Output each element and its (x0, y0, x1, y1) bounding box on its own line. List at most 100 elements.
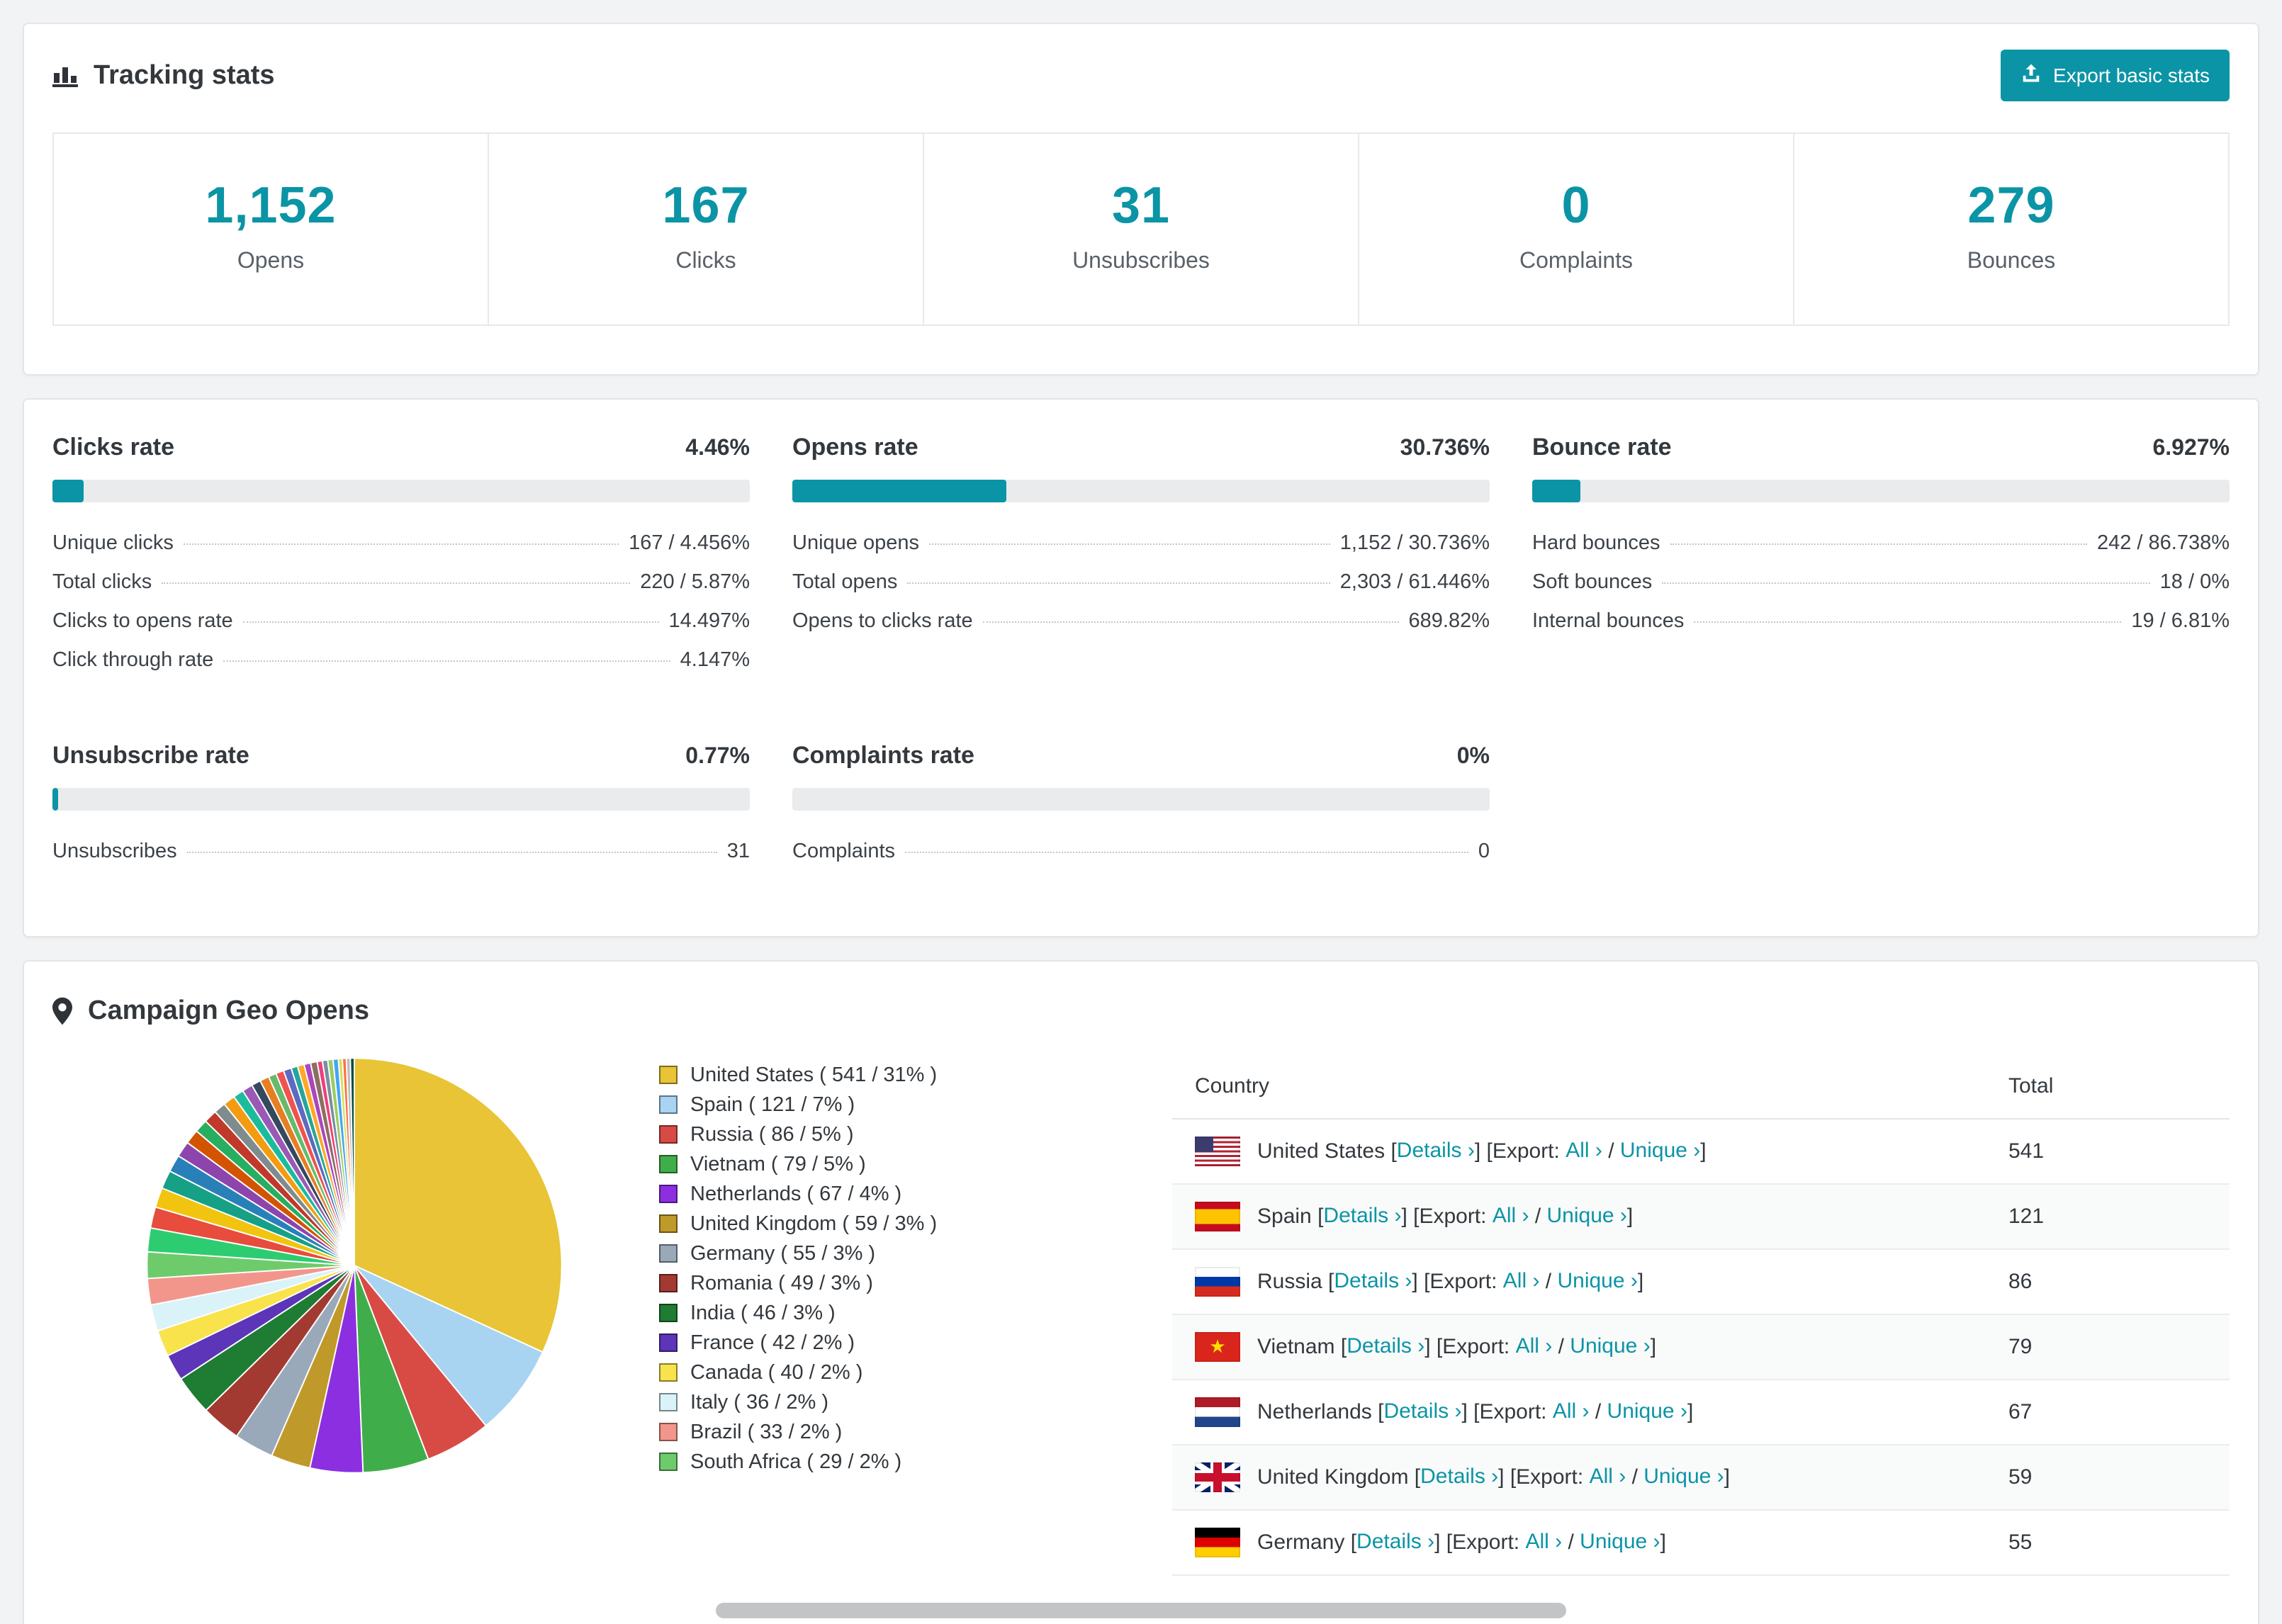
details-link[interactable]: Details › (1347, 1334, 1424, 1358)
rate-percentage: 6.927% (2152, 434, 2230, 460)
bracket: ] [Export: (1424, 1335, 1516, 1358)
country-cell: Netherlands [Details ›] [Export: All › /… (1172, 1380, 1986, 1445)
legend-swatch (659, 1274, 678, 1292)
rate-row-value: 2,303 / 61.446% (1339, 570, 1490, 593)
country-name: Vietnam (1257, 1335, 1335, 1358)
flag-united-kingdom-icon (1195, 1462, 1240, 1492)
rate-block-clicks-rate: Clicks rate 4.46% Unique clicks 167 / 4.456… (52, 434, 750, 680)
legend-label: Brazil ( 33 / 2% ) (690, 1421, 843, 1443)
rates-grid: Clicks rate 4.46% Unique clicks 167 / 4.456… (52, 434, 2230, 871)
export-all-link[interactable]: All › (1493, 1204, 1529, 1227)
progress-bar (792, 788, 1490, 811)
details-link[interactable]: Details › (1323, 1204, 1401, 1227)
total-value: 121 (1986, 1184, 2230, 1250)
dotted-leader (186, 852, 717, 853)
rate-row-label: Unsubscribes (52, 840, 177, 862)
total-value: 79 (1986, 1314, 2230, 1380)
legend-item-spain: Spain ( 121 / 7% ) (659, 1090, 1013, 1120)
details-link[interactable]: Details › (1397, 1139, 1475, 1162)
export-unique-link[interactable]: Unique › (1570, 1334, 1650, 1358)
bracket: [ (1385, 1139, 1397, 1163)
legend-label: Germany ( 55 / 3% ) (690, 1242, 876, 1265)
total-value: 67 (1986, 1380, 2230, 1445)
bracket: [ (1322, 1270, 1334, 1293)
progress-bar (52, 788, 750, 811)
export-unique-link[interactable]: Unique › (1547, 1204, 1627, 1227)
export-all-link[interactable]: All › (1553, 1399, 1590, 1423)
geo-pie-chart (137, 1049, 571, 1482)
rate-row-label: Total opens (792, 570, 898, 593)
stat-label: Clicks (675, 247, 736, 273)
tracking-stats-header: Tracking stats Export basic stats (52, 50, 2230, 101)
progress-bar (1532, 480, 2230, 502)
country-name: United States (1257, 1139, 1386, 1163)
bracket: [ (1408, 1465, 1421, 1489)
total-value: 59 (1986, 1445, 2230, 1511)
table-row-vietnam: Vietnam [Details ›] [Export: All › / Uni… (1172, 1314, 2230, 1380)
export-all-link[interactable]: All › (1590, 1465, 1626, 1488)
total-column-header: Total (1986, 1054, 2230, 1120)
rate-row-label: Opens to clicks rate (792, 609, 973, 632)
rate-row-value: 0 (1478, 840, 1490, 862)
rate-block-complaints-rate: Complaints rate 0% Complaints 0 (792, 742, 1490, 871)
legend-item-united-kingdom: United Kingdom ( 59 / 3% ) (659, 1209, 1013, 1239)
rate-row-value: 220 / 5.87% (640, 570, 750, 593)
legend-swatch (659, 1453, 678, 1471)
details-link[interactable]: Details › (1334, 1269, 1412, 1292)
rate-row-total-clicks: Total clicks 220 / 5.87% (52, 563, 750, 602)
progress-bar-fill (1532, 480, 1581, 502)
horizontal-scrollbar-thumb[interactable] (716, 1603, 1566, 1618)
export-all-link[interactable]: All › (1525, 1530, 1562, 1553)
country-cell: United States [Details ›] [Export: All ›… (1172, 1119, 1986, 1185)
country-name: United Kingdom (1257, 1465, 1409, 1489)
stat-value: 167 (662, 177, 750, 234)
dotted-leader (1694, 621, 2122, 623)
tracking-stats-title-text: Tracking stats (94, 60, 275, 90)
export-unique-link[interactable]: Unique › (1620, 1139, 1700, 1162)
country-name: Germany (1257, 1530, 1345, 1554)
bracket: ] [Export: (1461, 1400, 1553, 1423)
legend-label: United Kingdom ( 59 / 3% ) (690, 1212, 938, 1235)
rate-row-value: 1,152 / 30.736% (1339, 531, 1490, 554)
rate-row-value: 14.497% (668, 609, 751, 632)
dotted-leader (982, 621, 1399, 623)
rate-percentage: 4.46% (685, 434, 750, 460)
rate-title: Opens rate (792, 434, 918, 461)
export-unique-link[interactable]: Unique › (1607, 1399, 1687, 1423)
bracket: ] (1626, 1205, 1634, 1228)
rate-row-complaints: Complaints 0 (792, 832, 1490, 871)
country-cell: United Kingdom [Details ›] [Export: All … (1172, 1445, 1986, 1511)
export-unique-link[interactable]: Unique › (1580, 1530, 1660, 1553)
table-row-germany: Germany [Details ›] [Export: All › / Uni… (1172, 1510, 2230, 1576)
export-unique-link[interactable]: Unique › (1643, 1465, 1724, 1488)
rate-row-label: Internal bounces (1532, 609, 1685, 632)
stat-value: 0 (1561, 177, 1591, 234)
export-basic-stats-button[interactable]: Export basic stats (2001, 50, 2230, 101)
rate-percentage: 30.736% (1400, 434, 1490, 460)
export-all-link[interactable]: All › (1566, 1139, 1602, 1162)
export-all-link[interactable]: All › (1503, 1269, 1540, 1292)
flag-spain-icon (1195, 1202, 1240, 1231)
bracket: / (1539, 1270, 1558, 1293)
geo-pie-svg (146, 1057, 563, 1474)
geo-table-header-row: Country Total (1172, 1054, 2230, 1120)
legend-item-romania: Romania ( 49 / 3% ) (659, 1268, 1013, 1298)
geo-body: United States ( 541 / 31% ) Spain ( 121 /… (52, 1049, 2230, 1576)
legend-swatch (659, 1393, 678, 1411)
rates-card: Clicks rate 4.46% Unique clicks 167 / 4.456… (23, 398, 2259, 937)
details-link[interactable]: Details › (1383, 1399, 1461, 1423)
rate-row-internal-bounces: Internal bounces 19 / 6.81% (1532, 602, 2230, 641)
export-all-link[interactable]: All › (1516, 1334, 1553, 1358)
rate-row-hard-bounces: Hard bounces 242 / 86.738% (1532, 524, 2230, 563)
rate-header: Opens rate 30.736% (792, 434, 1490, 461)
details-link[interactable]: Details › (1420, 1465, 1498, 1488)
bracket: [ (1334, 1335, 1347, 1358)
legend-swatch (659, 1363, 678, 1382)
rate-percentage: 0% (1456, 743, 1490, 768)
rate-row-value: 689.82% (1408, 609, 1490, 632)
export-unique-link[interactable]: Unique › (1557, 1269, 1637, 1292)
details-link[interactable]: Details › (1356, 1530, 1434, 1553)
rate-row-value: 167 / 4.456% (629, 531, 750, 554)
rate-title: Clicks rate (52, 434, 174, 461)
legend-swatch (659, 1423, 678, 1441)
